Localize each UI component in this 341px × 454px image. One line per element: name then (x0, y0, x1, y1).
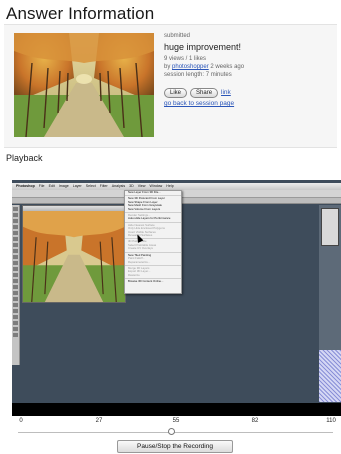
share-button[interactable]: Share (190, 88, 219, 98)
session-length: session length: 7 minutes (164, 72, 232, 78)
tool-icon (13, 321, 18, 325)
photoshop-toolbox (12, 205, 20, 365)
photoshop-right-panels (319, 205, 341, 402)
author-link[interactable]: photoshopper (172, 64, 209, 70)
video-player[interactable]: Photoshop File Edit Image Layer Select Filter A… (12, 180, 341, 416)
recorded-screen: Photoshop File Edit Image Layer Select Filter A… (12, 180, 341, 403)
tool-icon (13, 309, 18, 313)
menubar-item: 3D (129, 184, 134, 188)
answer-card: submitted huge improvement! 9 views / 1 … (4, 24, 337, 148)
menu-item: Reveal All Surfaces (128, 233, 153, 238)
menubar-item: Filter (99, 184, 108, 188)
menubar-item: Analysis (111, 184, 126, 188)
pause-stop-recording-button[interactable]: Pause/Stop the Recording (117, 440, 233, 453)
menubar-item: Help (166, 184, 174, 188)
byline: by photoshopper 2 weeks ago (164, 63, 334, 71)
by-prefix: by (164, 64, 171, 70)
menubar-item: Image (58, 184, 69, 188)
menubar-item: Window (149, 184, 163, 188)
timeline-tick-label: 0 (19, 418, 23, 424)
back-to-session-link[interactable]: go back to session page (164, 100, 334, 107)
tool-icon (13, 315, 18, 319)
color-swatch-panel (321, 208, 339, 246)
answer-meta: submitted huge improvement! 9 views / 1 … (164, 32, 334, 107)
page-title: Answer Information (6, 4, 155, 23)
posted-time: 2 weeks ago (210, 64, 245, 70)
tool-icon (13, 219, 18, 223)
timeline-tick-label: 82 (251, 418, 259, 424)
menubar-item: View (137, 184, 146, 188)
permalink[interactable]: link (221, 89, 231, 97)
3d-dropdown-menu: New Layer From 3D File... New 3D Postcard… (124, 190, 182, 294)
menubar-item: Edit (48, 184, 55, 188)
tool-icon (13, 255, 18, 259)
menu-item: Auto-Hide Layers for Performance (128, 216, 171, 221)
photoshop-document-window (22, 205, 126, 303)
tool-icon (13, 279, 18, 283)
menubar-item: Layer (72, 184, 82, 188)
menu-item: Create UV Overlays (128, 246, 153, 251)
autumn-tree-alley-image (23, 211, 125, 302)
answer-headline: huge improvement! (164, 42, 242, 52)
timeline-rail[interactable] (18, 432, 333, 433)
mac-menubar: Photoshop File Edit Image Layer Select Filter A… (12, 183, 341, 190)
menu-item: New Volume From Layers (128, 206, 161, 211)
tool-icon (13, 249, 18, 253)
answer-thumbnail[interactable] (14, 33, 154, 137)
stats-text: 9 views / 1 likes (164, 56, 207, 62)
menu-item: Browse 3D Content Online... (128, 279, 164, 284)
tool-icon (13, 231, 18, 235)
tool-icon (13, 291, 18, 295)
tool-icon (13, 237, 18, 241)
menubar-item: File (38, 184, 45, 188)
document-image (23, 211, 125, 302)
tool-icon (13, 333, 18, 337)
menubar-item: Select (85, 184, 96, 188)
panel-placeholder-pattern (319, 350, 341, 402)
tool-icon (13, 303, 18, 307)
timeline-tick-label: 27 (95, 418, 103, 424)
tool-icon (13, 243, 18, 247)
menu-item: Rasterize (128, 272, 140, 277)
like-button[interactable]: Like (164, 88, 188, 98)
tool-icon (13, 297, 18, 301)
tool-icon (13, 267, 18, 271)
tool-icon (13, 327, 18, 331)
tool-icon (13, 273, 18, 277)
timeline-scrubber-handle[interactable] (168, 428, 175, 435)
timeline-tick-label: 55 (172, 418, 180, 424)
timeline-tick-label: 110 (326, 418, 336, 424)
tool-icon (13, 285, 18, 289)
tool-icon (13, 213, 18, 217)
menu-item: Reparameterize... (128, 259, 151, 264)
menubar-item: Photoshop (16, 184, 35, 188)
tool-icon (13, 207, 18, 211)
tool-icon (13, 261, 18, 265)
playback-heading: Playback (6, 153, 43, 163)
tool-icon (13, 225, 18, 229)
menu-item: New Layer From 3D File... (128, 190, 161, 194)
autumn-tree-alley-image (14, 33, 154, 137)
action-row: Like Share link (164, 88, 334, 98)
status-label: submitted (164, 33, 191, 39)
